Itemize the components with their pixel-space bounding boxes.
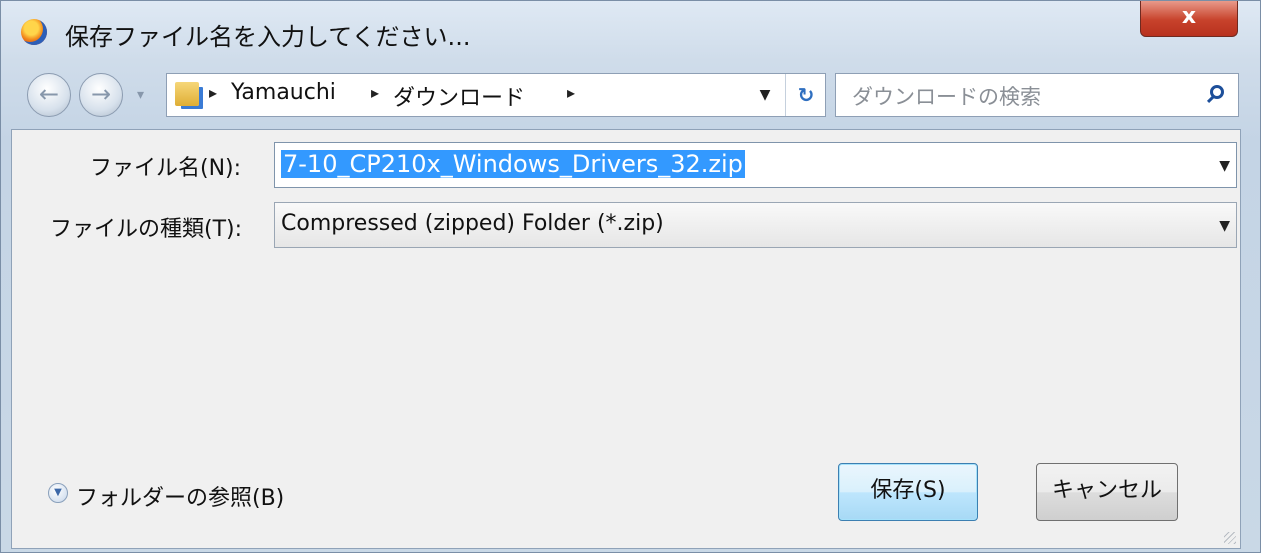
breadcrumb-item-downloads[interactable]: ダウンロード bbox=[393, 80, 525, 112]
filetype-select[interactable]: Compressed (zipped) Folder (*.zip) ▼ bbox=[274, 202, 1237, 248]
breadcrumb-arrow-icon[interactable]: ▸ bbox=[567, 83, 575, 102]
firefox-icon bbox=[21, 19, 47, 45]
search-icon[interactable] bbox=[1210, 85, 1224, 99]
save-form-panel: ファイル名(N): 7-10_CP210x_Windows_Drivers_32… bbox=[11, 129, 1241, 549]
navigation-bar: ← → ▾ ▸ Yamauchi ▸ ダウンロード ▸ ▼ ↻ ダウンロードの検… bbox=[1, 63, 1260, 125]
close-button[interactable]: x bbox=[1140, 1, 1238, 37]
address-bar[interactable]: ▸ Yamauchi ▸ ダウンロード ▸ ▼ ↻ bbox=[166, 73, 826, 117]
folder-icon bbox=[175, 82, 199, 106]
back-arrow-icon[interactable]: ← bbox=[27, 73, 71, 117]
forward-arrow-icon[interactable]: → bbox=[79, 73, 123, 117]
chevron-down-icon[interactable]: ▼ bbox=[1219, 143, 1230, 187]
resize-grip[interactable] bbox=[1224, 532, 1236, 544]
expand-toggle-icon[interactable]: ▼ bbox=[48, 483, 68, 503]
search-input[interactable]: ダウンロードの検索 bbox=[852, 81, 1041, 111]
filetype-label: ファイルの種類(T): bbox=[50, 217, 243, 242]
save-button[interactable]: 保存(S) bbox=[838, 463, 978, 521]
breadcrumb-item-yamauchi[interactable]: Yamauchi bbox=[231, 80, 336, 105]
title-bar[interactable]: 保存ファイル名を入力してください... x bbox=[1, 1, 1260, 61]
filename-label: ファイル名(N): bbox=[90, 156, 242, 181]
filename-value[interactable]: 7-10_CP210x_Windows_Drivers_32.zip bbox=[281, 150, 745, 178]
breadcrumb-arrow-icon[interactable]: ▸ bbox=[209, 83, 217, 102]
cancel-button[interactable]: キャンセル bbox=[1036, 463, 1178, 521]
filename-field[interactable]: 7-10_CP210x_Windows_Drivers_32.zip ▼ bbox=[274, 142, 1237, 188]
browse-folders-link[interactable]: フォルダーの参照(B) bbox=[76, 480, 284, 512]
filetype-value[interactable]: Compressed (zipped) Folder (*.zip) bbox=[281, 211, 664, 236]
search-box[interactable]: ダウンロードの検索 bbox=[835, 73, 1239, 117]
save-file-dialog: 保存ファイル名を入力してください... x ← → ▾ ▸ Yamauchi ▸… bbox=[0, 0, 1261, 553]
refresh-icon[interactable]: ↻ bbox=[785, 74, 826, 116]
dialog-title: 保存ファイル名を入力してください... bbox=[65, 23, 471, 51]
breadcrumb-arrow-icon[interactable]: ▸ bbox=[371, 83, 379, 102]
recent-locations-dropdown[interactable]: ▾ bbox=[137, 87, 144, 103]
chevron-down-icon[interactable]: ▼ bbox=[747, 74, 783, 116]
chevron-down-icon[interactable]: ▼ bbox=[1219, 203, 1230, 247]
